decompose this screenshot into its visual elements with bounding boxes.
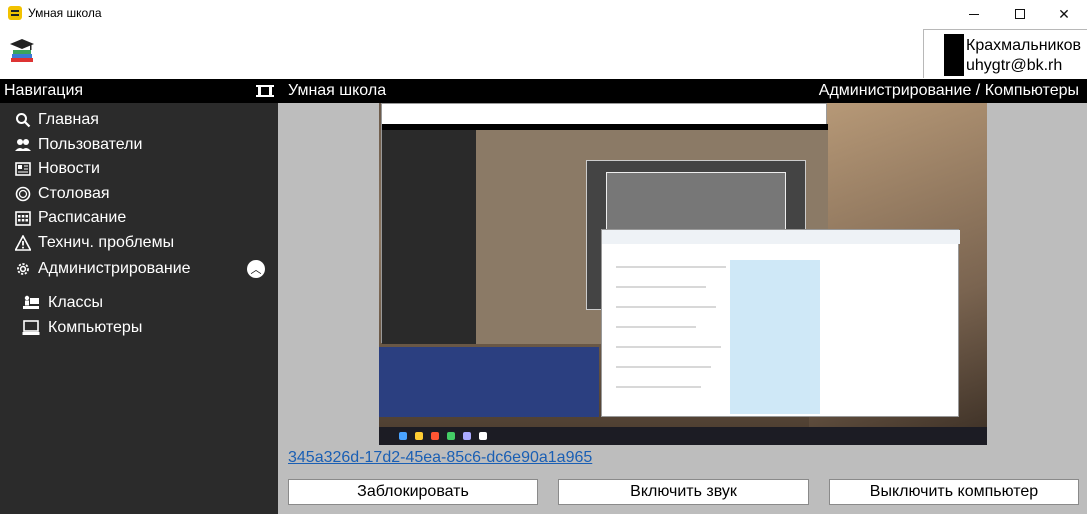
calendar-icon	[10, 210, 36, 226]
sidebar-item-label: Технич. проблемы	[38, 234, 175, 251]
close-button[interactable]: ✕	[1041, 0, 1087, 28]
preview-taskbar	[379, 427, 987, 445]
sidebar-item-administration[interactable]: Администрирование ︿	[0, 257, 278, 281]
title-bar: Умная школа ✕	[0, 0, 1087, 28]
menu-toggle-icon[interactable]	[256, 85, 274, 97]
preview-task-manager	[601, 229, 960, 417]
sidebar-item-classes[interactable]: Классы	[20, 291, 270, 315]
sidebar-item-label: Пользователи	[38, 136, 143, 153]
school-logo-icon	[10, 39, 34, 62]
main-header: Умная школа Администрирование / Компьюте…	[248, 79, 1087, 103]
sidebar-item-label: Администрирование	[38, 260, 191, 277]
sidebar-item-news[interactable]: Новости	[0, 157, 278, 181]
user-name: Крахмальников	[966, 37, 1082, 54]
window-title: Умная школа	[28, 6, 102, 20]
user-email: uhygtr@bk.rh	[966, 57, 1063, 74]
sidebar-item-label: Компьютеры	[48, 319, 143, 336]
avatar	[944, 34, 964, 76]
close-icon: ✕	[1058, 5, 1070, 22]
sidebar-title: Навигация	[4, 82, 84, 99]
lock-button[interactable]: Заблокировать	[288, 479, 538, 505]
app-header: Крахмальников uhygtr@bk.rh	[0, 28, 1087, 79]
user-profile[interactable]: Крахмальников uhygtr@bk.rh	[923, 29, 1087, 78]
device-id-link[interactable]: 345a326d-17d2-45ea-85c6-dc6e90a1a965	[288, 449, 592, 467]
breadcrumb: Администрирование / Компьютеры	[818, 82, 1079, 99]
sidebar-item-users[interactable]: Пользователи	[0, 133, 278, 157]
sidebar-header: Навигация	[0, 79, 278, 103]
computer-icon	[20, 320, 42, 336]
page-title: Умная школа	[288, 82, 387, 99]
classroom-icon	[20, 295, 42, 311]
minimize-icon	[969, 13, 979, 15]
sidebar-item-tech-problems[interactable]: Технич. проблемы	[0, 231, 278, 255]
newspaper-icon	[10, 161, 36, 177]
maximize-button[interactable]	[997, 0, 1043, 28]
sidebar-item-label: Новости	[38, 160, 100, 177]
screen-preview	[379, 103, 987, 445]
users-icon	[10, 137, 36, 153]
collapse-button[interactable]: ︿	[247, 260, 265, 278]
maximize-icon	[1015, 9, 1025, 19]
chevron-up-icon: ︿	[250, 264, 262, 276]
search-icon	[10, 112, 36, 128]
sidebar-item-label: Столовая	[38, 185, 110, 202]
sidebar-item-label: Главная	[38, 111, 99, 128]
main-content: Умная школа Администрирование / Компьюте…	[248, 79, 1087, 514]
sidebar-item-computers[interactable]: Компьютеры	[20, 316, 270, 340]
preview-desktop-icons	[379, 347, 599, 417]
sidebar-item-label: Расписание	[38, 209, 127, 226]
app-icon	[8, 6, 22, 20]
sidebar-item-dining[interactable]: Столовая	[0, 182, 278, 206]
warning-icon	[10, 235, 36, 251]
dining-icon	[10, 186, 36, 202]
sidebar-item-home[interactable]: Главная	[0, 108, 278, 132]
sidebar-item-label: Классы	[48, 294, 104, 311]
minimize-button[interactable]	[951, 0, 997, 28]
gear-icon	[10, 260, 36, 278]
sidebar-item-schedule[interactable]: Расписание	[0, 206, 278, 230]
shutdown-button[interactable]: Выключить компьютер	[829, 479, 1079, 505]
enable-sound-button[interactable]: Включить звук	[558, 479, 809, 505]
sidebar: Навигация Главная Пользователи Новости С…	[0, 79, 278, 514]
